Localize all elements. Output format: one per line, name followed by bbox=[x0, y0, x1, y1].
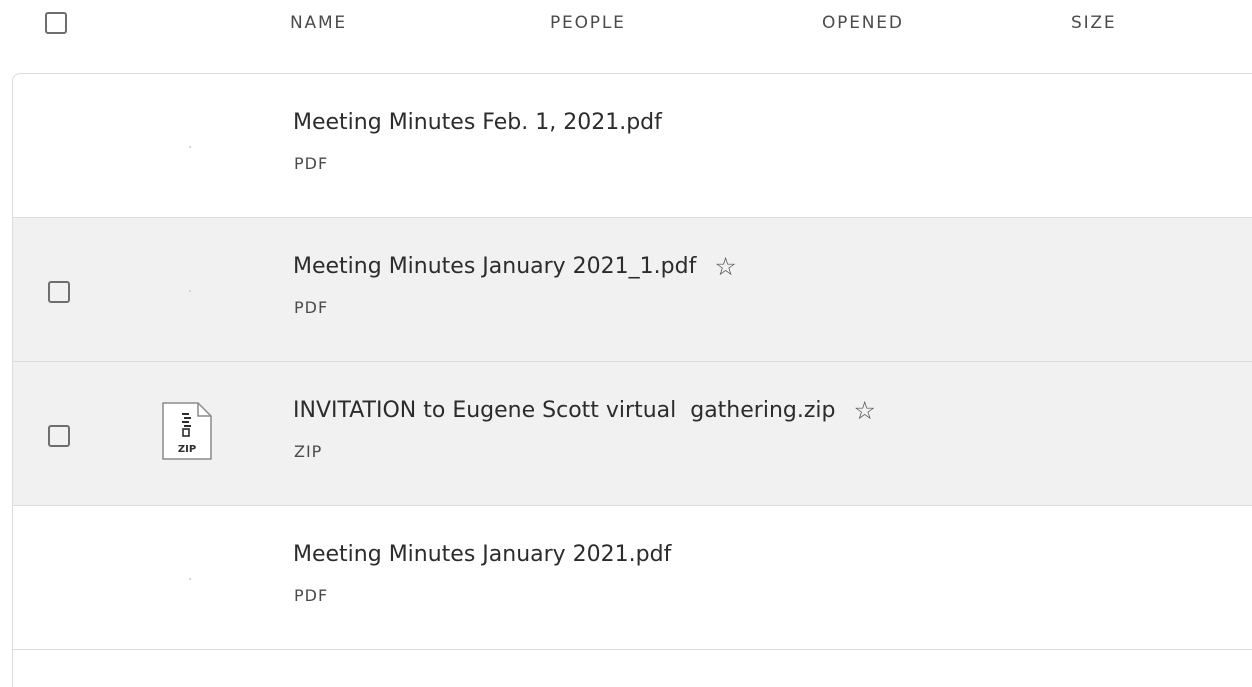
file-name[interactable]: Meeting Minutes January 2021_1.pdf bbox=[293, 254, 696, 279]
file-name-wrap: Meeting Minutes Feb. 1, 2021.pdf bbox=[293, 110, 662, 135]
file-list-header: NAME PEOPLE OPENED SIZE bbox=[0, 0, 1252, 52]
file-row[interactable]: Meeting Minutes January 2021.pdf PDF bbox=[13, 506, 1252, 650]
file-name-wrap: Meeting Minutes January 2021.pdf bbox=[293, 542, 671, 567]
column-header-name[interactable]: NAME bbox=[290, 13, 347, 33]
file-name[interactable]: Meeting Minutes January 2021.pdf bbox=[293, 542, 671, 567]
select-all-checkbox[interactable] bbox=[45, 12, 67, 34]
file-list: Meeting Minutes Feb. 1, 2021.pdf PDF Mee… bbox=[12, 73, 1252, 687]
file-name-wrap: Meeting Minutes January 2021_1.pdf ☆ bbox=[293, 254, 737, 279]
star-outline-icon[interactable]: ☆ bbox=[714, 254, 736, 279]
column-header-people[interactable]: PEOPLE bbox=[550, 13, 626, 33]
file-type: PDF bbox=[294, 586, 329, 605]
column-header-size[interactable]: SIZE bbox=[1071, 13, 1116, 33]
row-checkbox[interactable] bbox=[48, 425, 70, 447]
pdf-thumbnail bbox=[189, 146, 191, 148]
star-outline-icon[interactable]: ☆ bbox=[853, 398, 875, 423]
file-row[interactable]: Meeting Minutes Feb. 1, 2021.pdf PDF bbox=[13, 74, 1252, 218]
file-type: PDF bbox=[294, 154, 329, 173]
column-header-opened[interactable]: OPENED bbox=[822, 13, 904, 33]
zip-file-icon: ZIP bbox=[162, 402, 212, 460]
row-checkbox[interactable] bbox=[48, 281, 70, 303]
file-type: PDF bbox=[294, 298, 329, 317]
pdf-thumbnail bbox=[189, 290, 191, 292]
file-type: ZIP bbox=[294, 442, 323, 461]
zip-icon-label: ZIP bbox=[178, 444, 196, 455]
pdf-thumbnail bbox=[189, 578, 191, 580]
file-row[interactable]: ZIP INVITATION to Eugene Scott virtual g… bbox=[13, 362, 1252, 506]
file-row[interactable]: Meeting Minutes January 2021_1.pdf ☆ PDF bbox=[13, 218, 1252, 362]
file-name[interactable]: Meeting Minutes Feb. 1, 2021.pdf bbox=[293, 110, 662, 135]
file-name-wrap: INVITATION to Eugene Scott virtual gathe… bbox=[293, 398, 876, 423]
file-name[interactable]: INVITATION to Eugene Scott virtual gathe… bbox=[293, 398, 835, 423]
